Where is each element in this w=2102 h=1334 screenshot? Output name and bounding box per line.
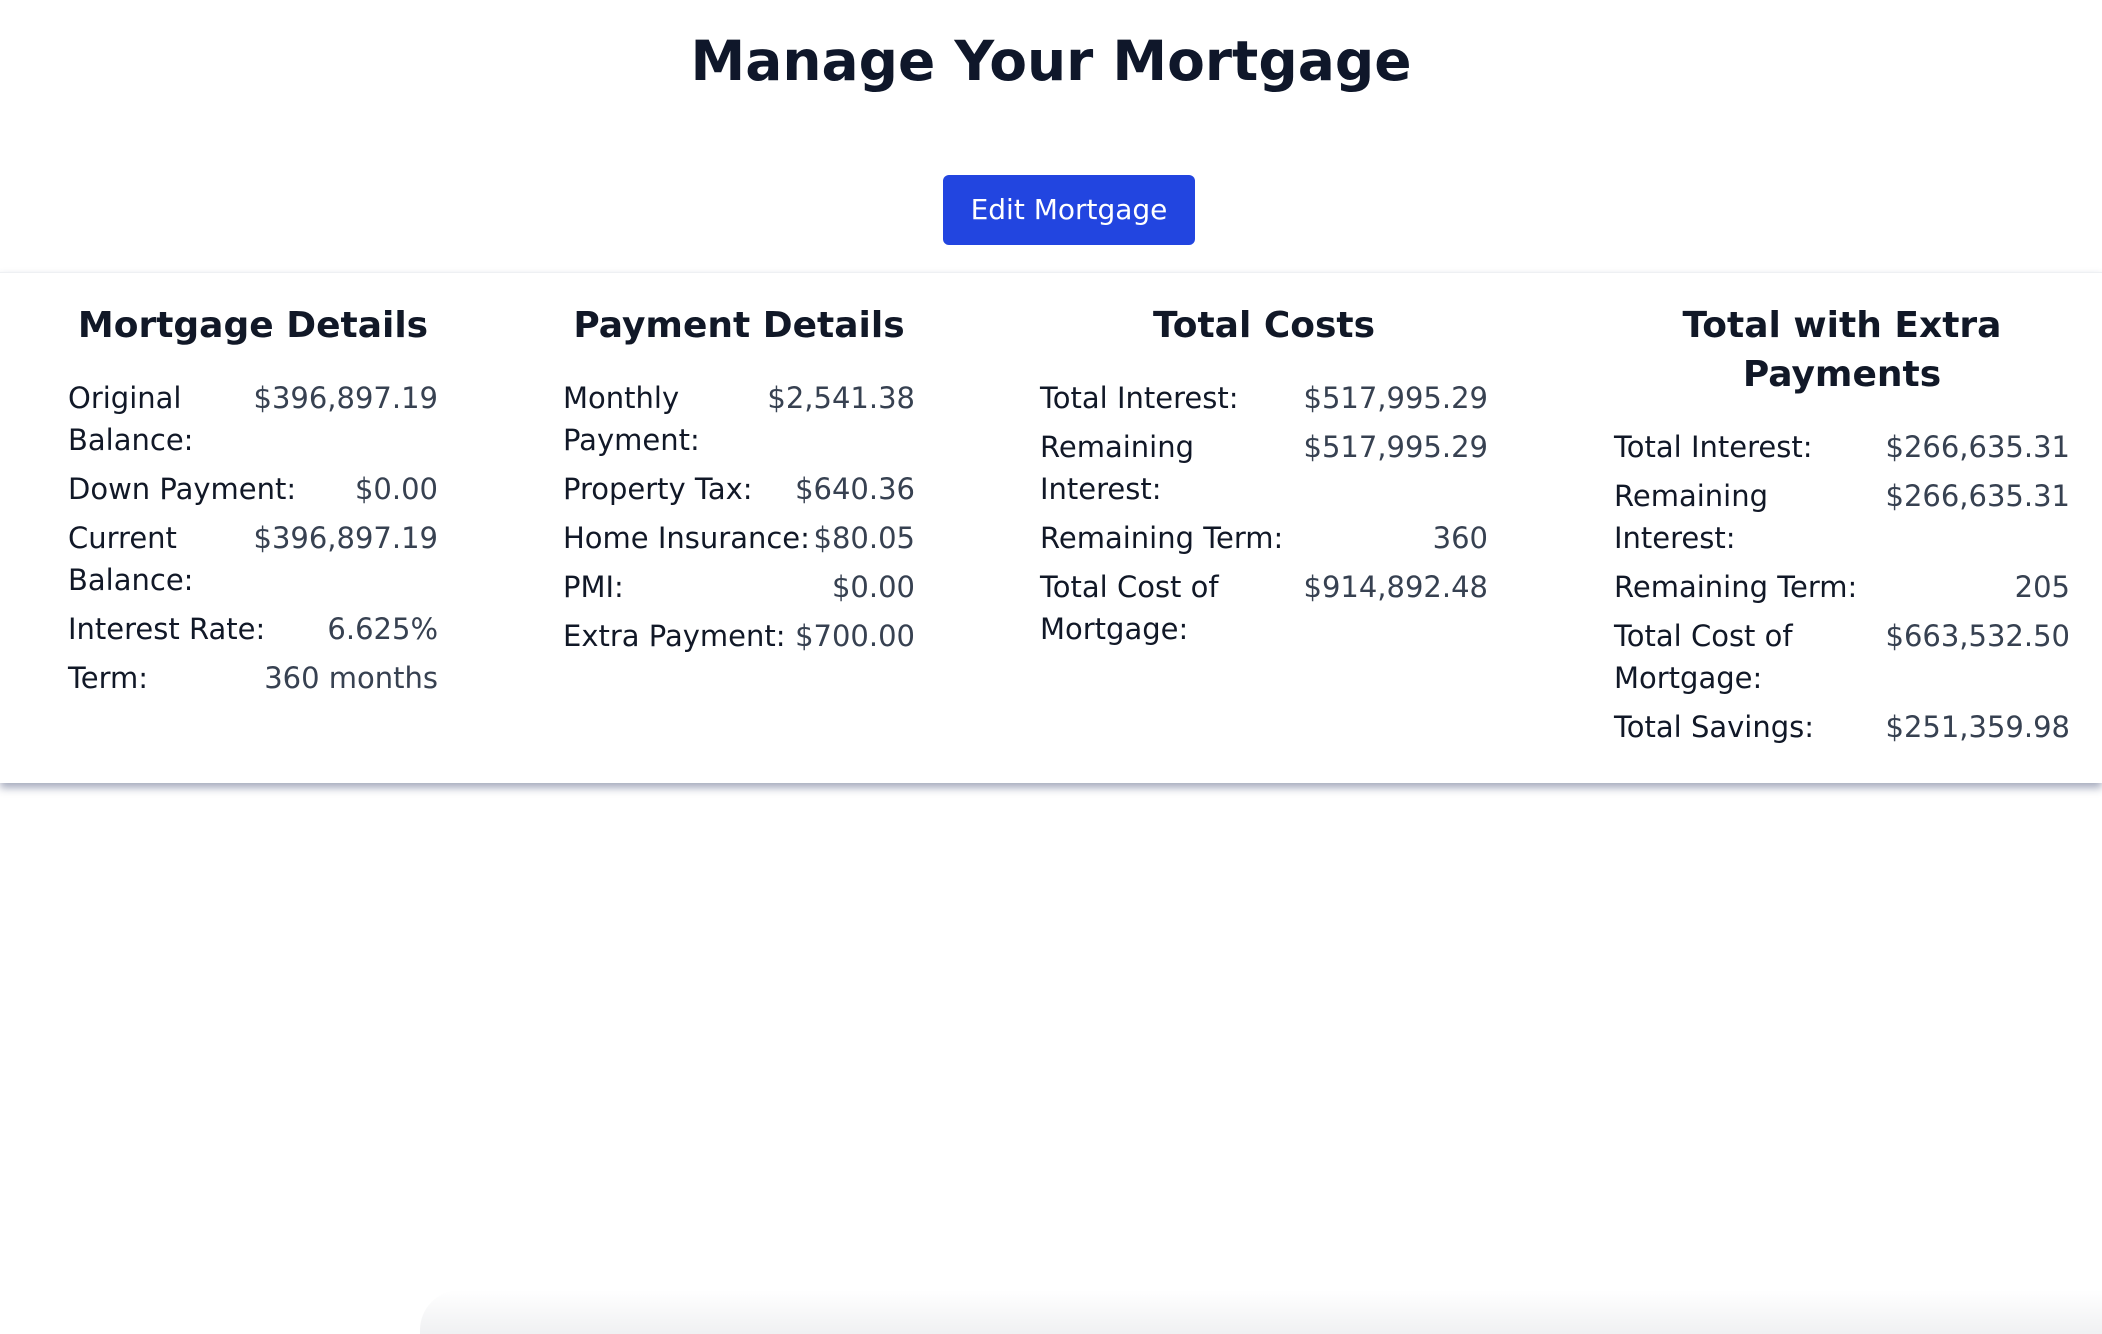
total-savings-label: Total Savings:: [1614, 710, 1815, 744]
interest-rate-label: Interest Rate:: [68, 612, 266, 646]
extra-payment-row: Extra Payment: $700.00: [563, 615, 915, 657]
property-tax-row: Property Tax: $640.36: [563, 468, 915, 510]
payment-details-heading: Payment Details: [573, 305, 905, 346]
total-interest-label: Total Interest:: [1040, 381, 1239, 415]
remaining-interest-label: Remaining Interest:: [1040, 430, 1194, 506]
home-insurance-value: $80.05: [813, 521, 915, 555]
extra-total-interest-label: Total Interest:: [1614, 430, 1813, 464]
term-value: 360 months: [264, 661, 438, 695]
total-extra-payments-section: Total with Extra Payments Total Interest…: [1614, 273, 2070, 755]
current-balance-label: Current Balance:: [68, 521, 194, 597]
total-costs-section: Total Costs Total Interest: $517,995.29 …: [1040, 273, 1488, 657]
interest-rate-value: 6.625%: [327, 612, 438, 646]
mortgage-details-heading: Mortgage Details: [77, 305, 429, 346]
home-insurance-label: Home Insurance:: [563, 521, 810, 555]
extra-remaining-interest-label: Remaining Interest:: [1614, 479, 1768, 555]
term-row: Term: 360 months: [68, 657, 438, 699]
extra-remaining-term-row: Remaining Term: 205: [1614, 566, 2070, 608]
extra-total-cost-value: $663,532.50: [1885, 619, 2071, 653]
extra-remaining-term-value: 205: [2014, 570, 2070, 604]
remaining-term-label: Remaining Term:: [1040, 521, 1284, 555]
pmi-label: PMI:: [563, 570, 624, 604]
original-balance-label: Original Balance:: [68, 381, 194, 457]
remaining-interest-row: Remaining Interest: $517,995.29: [1040, 426, 1488, 510]
property-tax-value: $640.36: [795, 472, 915, 506]
extra-remaining-interest-value: $266,635.31: [1885, 479, 2071, 513]
monthly-payment-label: Monthly Payment:: [563, 381, 700, 457]
monthly-payment-value: $2,541.38: [767, 381, 915, 415]
remaining-interest-value: $517,995.29: [1303, 430, 1489, 464]
extra-remaining-interest-row: Remaining Interest: $266,635.31: [1614, 475, 2070, 559]
extra-total-cost-label: Total Cost of Mortgage:: [1614, 619, 1793, 695]
total-cost-row: Total Cost of Mortgage: $914,892.48: [1040, 566, 1488, 650]
home-insurance-row: Home Insurance: $80.05: [563, 517, 915, 559]
term-label: Term:: [68, 661, 149, 695]
page-title: Manage Your Mortgage: [690, 29, 1412, 93]
down-payment-value: $0.00: [354, 472, 438, 506]
total-costs-heading: Total Costs: [1152, 305, 1376, 346]
total-interest-row: Total Interest: $517,995.29: [1040, 377, 1488, 419]
current-balance-row: Current Balance: $396,897.19: [68, 517, 438, 601]
original-balance-value: $396,897.19: [253, 381, 439, 415]
bottom-edge-shadow: [420, 1290, 2102, 1334]
extra-remaining-term-label: Remaining Term:: [1614, 570, 1858, 604]
pmi-row: PMI: $0.00: [563, 566, 915, 608]
current-balance-value: $396,897.19: [253, 521, 439, 555]
total-cost-value: $914,892.48: [1303, 570, 1489, 604]
extra-total-interest-row: Total Interest: $266,635.31: [1614, 426, 2070, 468]
extra-total-interest-value: $266,635.31: [1885, 430, 2071, 464]
mortgage-details-section: Mortgage Details Original Balance: $396,…: [68, 273, 438, 706]
remaining-term-row: Remaining Term: 360: [1040, 517, 1488, 559]
pmi-value: $0.00: [831, 570, 915, 604]
down-payment-label: Down Payment:: [68, 472, 297, 506]
total-cost-label: Total Cost of Mortgage:: [1040, 570, 1219, 646]
original-balance-row: Original Balance: $396,897.19: [68, 377, 438, 461]
interest-rate-row: Interest Rate: 6.625%: [68, 608, 438, 650]
extra-payment-value: $700.00: [795, 619, 915, 653]
total-interest-value: $517,995.29: [1303, 381, 1489, 415]
mortgage-summary-card: Mortgage Details Original Balance: $396,…: [0, 272, 2102, 783]
payment-details-section: Payment Details Monthly Payment: $2,541.…: [563, 273, 915, 664]
down-payment-row: Down Payment: $0.00: [68, 468, 438, 510]
property-tax-label: Property Tax:: [563, 472, 753, 506]
edit-mortgage-button[interactable]: Edit Mortgage: [943, 175, 1195, 245]
monthly-payment-row: Monthly Payment: $2,541.38: [563, 377, 915, 461]
remaining-term-value: 360: [1432, 521, 1488, 555]
total-extra-payments-heading: Total with Extra Payments: [1682, 305, 2002, 395]
total-savings-row: Total Savings: $251,359.98: [1614, 706, 2070, 748]
total-savings-value: $251,359.98: [1885, 710, 2071, 744]
extra-total-cost-row: Total Cost of Mortgage: $663,532.50: [1614, 615, 2070, 699]
extra-payment-label: Extra Payment:: [563, 619, 786, 653]
